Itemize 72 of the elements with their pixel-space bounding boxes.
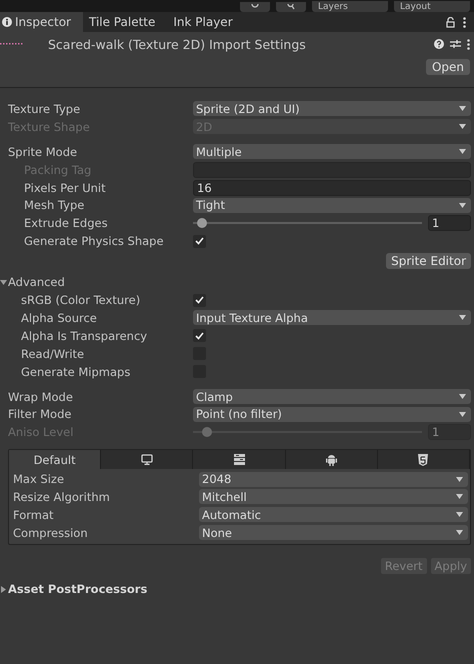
window-tab[interactable]: Ink Player [171, 12, 245, 32]
dropdown[interactable]: Tight [193, 198, 471, 213]
checkbox[interactable] [193, 234, 206, 248]
inspector-title: Scared-walk (Texture 2D) Import Settings [48, 36, 306, 52]
android-robot-icon [326, 454, 337, 466]
foldout-arrow-icon[interactable] [0, 278, 7, 286]
field-label: Max Size [13, 472, 66, 486]
window-tab[interactable]: Tile Palette [86, 12, 168, 32]
caret-icon [459, 315, 466, 320]
input-field[interactable]: 16 [193, 180, 471, 196]
field-label: Wrap Mode [8, 390, 74, 404]
foldout-arrow-icon[interactable] [0, 586, 7, 593]
dropdown[interactable]: None [199, 525, 468, 540]
field-label: Generate Mipmaps [21, 364, 132, 379]
shield-icon [418, 454, 428, 466]
server-rack-icon [234, 454, 244, 466]
checkbox[interactable] [193, 294, 206, 307]
dropdown[interactable]: Multiple [193, 144, 471, 160]
field-label: Mesh Type [24, 198, 86, 212]
dropdown[interactable]: 2048 [199, 472, 468, 487]
toolbar-dropdown[interactable]: Layers [312, 1, 388, 12]
caret-icon [456, 530, 463, 536]
field-label: Texture Type [8, 102, 82, 116]
field-label: Read/Write [21, 346, 86, 361]
dropdown[interactable]: Sprite (2D and UI) [193, 101, 471, 116]
toolbar-dropdown[interactable]: Layout [394, 1, 470, 12]
slider-thumb[interactable] [197, 218, 208, 228]
field-label: Compression [13, 526, 89, 540]
field-label: Sprite Mode [8, 144, 78, 159]
caret-icon [459, 106, 466, 112]
caret-icon [459, 202, 466, 208]
info-icon [2, 17, 12, 27]
caret-icon [459, 149, 466, 154]
caret-icon [459, 394, 466, 400]
checkmark-icon [195, 296, 204, 304]
checkmark-icon [195, 332, 204, 340]
checkbox[interactable] [193, 329, 206, 342]
caret-icon [456, 476, 463, 482]
number-field[interactable]: 1 [428, 215, 471, 232]
sprite-editor-button[interactable]: Sprite Editor [386, 253, 471, 270]
monitor-icon [140, 454, 153, 466]
window-tab[interactable]: Inspector [0, 12, 83, 32]
texture-thumbnail-icon [0, 42, 24, 46]
field-label: Resize Algorithm [13, 490, 111, 504]
caret-icon [456, 512, 463, 518]
caret-icon [456, 494, 463, 500]
dropdown[interactable]: Point (no filter) [193, 406, 471, 422]
field-label: Alpha Source [21, 310, 98, 325]
field-label: sRGB (Color Texture) [21, 293, 142, 308]
field-label: Alpha Is Transparency [21, 328, 148, 343]
field-label: Filter Mode [8, 407, 72, 422]
field-label: Extrude Edges [24, 216, 109, 230]
more-options-icon[interactable] [467, 38, 470, 50]
platform-tab[interactable]: Default [9, 450, 102, 470]
dropdown[interactable]: Clamp [193, 389, 471, 404]
caret-icon [459, 124, 466, 130]
section-label[interactable]: Advanced [8, 275, 65, 290]
field-label: Generate Physics Shape [24, 234, 165, 248]
dropdown[interactable]: Mitchell [199, 489, 468, 504]
checkmark-icon [195, 237, 204, 246]
dropdown[interactable]: Automatic [199, 507, 468, 522]
caret-icon [459, 412, 466, 417]
field-label: Pixels Per Unit [24, 180, 107, 194]
open-button[interactable]: Open [426, 59, 470, 75]
section-label[interactable]: Asset PostProcessors [8, 582, 148, 596]
help-icon[interactable] [434, 39, 444, 49]
dropdown[interactable]: Input Texture Alpha [193, 310, 471, 326]
platform-tab[interactable] [286, 450, 378, 470]
field-label: Format [13, 508, 55, 522]
settings-sliders-icon[interactable] [450, 39, 461, 49]
lock-icon[interactable] [446, 16, 455, 28]
more-options-icon[interactable] [463, 16, 466, 28]
